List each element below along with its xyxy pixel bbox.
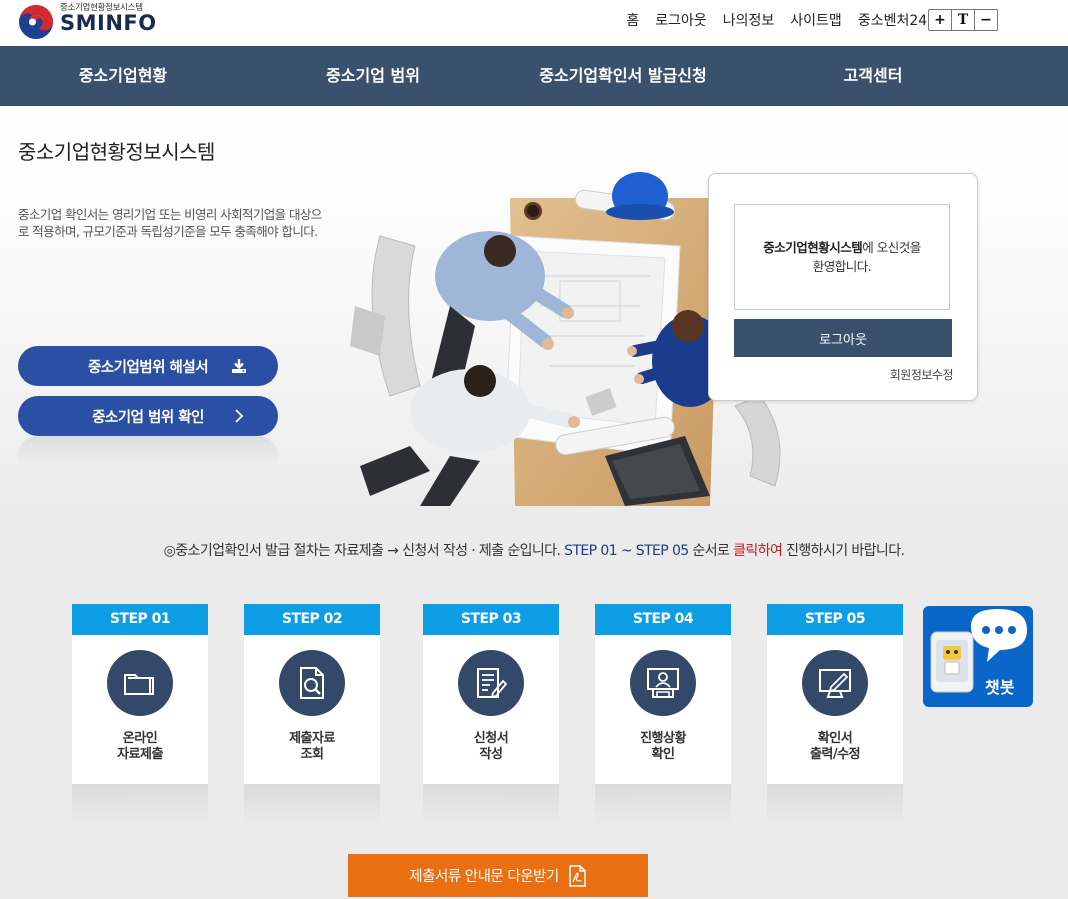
step-01-card[interactable]: STEP 01 온라인 자료제출 — [72, 604, 208, 784]
submission-guide-download-button[interactable]: 제출서류 안내문 다운받기 — [348, 854, 648, 897]
font-decrease-button[interactable]: − — [974, 9, 998, 31]
sitemap-link[interactable]: 사이트맵 — [790, 10, 842, 30]
step-02-label: 제출자료 조회 — [244, 731, 380, 763]
logout-button[interactable]: 로그아웃 — [734, 319, 952, 357]
step-01-label-line2: 자료제출 — [117, 747, 163, 762]
step-01-label-line1: 온라인 — [122, 731, 158, 746]
welcome-system-name: 중소기업현황시스템 — [763, 240, 863, 255]
notice-click: 클릭하여 — [733, 543, 783, 559]
chatbot-label: 챗봇 — [985, 678, 1015, 697]
step-02-label-line2: 조회 — [300, 747, 324, 762]
notice-text-a: ◎중소기업확인서 발급 절차는 자료제출 → 신청서 작성 · 제출 순입니다. — [163, 543, 565, 559]
step-01-head: STEP 01 — [72, 604, 208, 635]
step-04-circle — [630, 650, 696, 716]
step-05-label-line1: 확인서 — [817, 731, 853, 746]
my-info-link[interactable]: 나의정보 — [723, 10, 775, 30]
step-04-label-line1: 진행상황 — [640, 731, 686, 746]
step-03-label-line2: 작성 — [479, 747, 503, 762]
step-03-circle — [458, 650, 524, 716]
step-05-label: 확인서 출력/수정 — [767, 731, 903, 763]
monitor-user-icon — [647, 668, 679, 698]
hero-section: 중소기업현황정보시스템 중소기업 확인서는 영리기업 또는 비영리 사회적기업을… — [0, 106, 1068, 506]
font-size-controls: + T − — [928, 9, 998, 31]
font-reset-button[interactable]: T — [951, 9, 975, 31]
download-label: 제출서류 안내문 다운받기 — [409, 869, 559, 885]
font-increase-button[interactable]: + — [928, 9, 952, 31]
step-05-circle — [802, 650, 868, 716]
home-link[interactable]: 홈 — [626, 10, 639, 30]
step-02-label-line1: 제출자료 — [289, 731, 335, 746]
step-04-head: STEP 04 — [595, 604, 731, 635]
step-05-reflection — [767, 784, 903, 826]
step-02-reflection — [244, 784, 380, 826]
chatbot-button[interactable]: 챗봇 — [923, 606, 1033, 707]
sme-scope-check-button[interactable]: 중소기업 범위 확인 — [18, 396, 278, 436]
document-search-icon — [300, 667, 324, 699]
download-icon — [232, 359, 246, 373]
logo-title: SMINFO — [60, 11, 157, 35]
nav-item-sme-status[interactable]: 중소기업현황 — [79, 46, 167, 106]
step-05-label-line2: 출력/수정 — [809, 747, 861, 762]
step-04-label: 진행상황 확인 — [595, 731, 731, 763]
welcome-text: 에 오신것을 — [862, 240, 921, 255]
edit-member-info-link[interactable]: 회원정보수정 — [890, 366, 954, 383]
logout-link[interactable]: 로그아웃 — [655, 10, 707, 30]
chatbot-robot-icon — [930, 609, 1027, 693]
button-reflection — [18, 436, 278, 466]
step-05-head: STEP 05 — [767, 604, 903, 635]
step-04-reflection — [595, 784, 731, 826]
step-02-head: STEP 02 — [244, 604, 380, 635]
monitor-edit-icon — [819, 669, 851, 698]
nav-item-sme-scope[interactable]: 중소기업 범위 — [326, 46, 420, 106]
steps-notice: ◎중소기업확인서 발급 절차는 자료제출 → 신청서 작성 · 제출 순입니다.… — [0, 540, 1068, 560]
pdf-file-icon — [568, 864, 586, 887]
step-03-reflection — [423, 784, 559, 826]
step-03-label: 신청서 작성 — [423, 731, 559, 763]
header: 중소기업현황정보시스템 SMINFO 홈 로그아웃 나의정보 사이트맵 중소벤처… — [0, 0, 1068, 46]
page-title: 중소기업현황정보시스템 — [18, 140, 215, 164]
notice-step-range: STEP 01 ~ STEP 05 — [564, 543, 689, 559]
notice-text-b: 순서로 — [688, 543, 734, 559]
step-02-card[interactable]: STEP 02 제출자료 조회 — [244, 604, 380, 784]
step-01-circle — [107, 650, 173, 716]
nav-item-customer-center[interactable]: 고객센터 — [844, 46, 903, 106]
welcome-message: 중소기업현황시스템에 오신것을 환영합니다. — [734, 204, 950, 310]
document-edit-icon — [477, 668, 508, 699]
taegeuk-logo-icon — [19, 5, 53, 39]
notice-text-c: 진행하시기 바랍니다. — [782, 543, 905, 559]
step-03-card[interactable]: STEP 03 신청서 작성 — [423, 604, 559, 784]
sminfo-logo[interactable]: 중소기업현황정보시스템 SMINFO — [18, 1, 178, 43]
step-02-circle — [279, 650, 345, 716]
nav-item-certificate-apply[interactable]: 중소기업확인서 발급신청 — [539, 46, 707, 106]
chevron-right-icon — [235, 409, 244, 423]
welcome-text-line2: 환영합니다. — [812, 259, 872, 274]
step-01-label: 온라인 자료제출 — [72, 731, 208, 763]
step-03-label-line1: 신청서 — [473, 731, 509, 746]
step-01-reflection — [72, 784, 208, 826]
sme-scope-guide-download-button[interactable]: 중소기업범위 해설서 — [18, 346, 278, 386]
folder-icon — [124, 674, 154, 695]
step-05-card[interactable]: STEP 05 확인서 출력/수정 — [767, 604, 903, 784]
login-panel: 중소기업현황시스템에 오신것을 환영합니다. 로그아웃 회원정보수정 — [708, 173, 978, 401]
step-04-label-line2: 확인 — [651, 747, 675, 762]
step-04-card[interactable]: STEP 04 진행상황 확인 — [595, 604, 731, 784]
hero-description: 중소기업 확인서는 영리기업 또는 비영리 사회적기업을 대상으로 적용하며, … — [18, 207, 322, 239]
step-03-head: STEP 03 — [423, 604, 559, 635]
main-nav: 중소기업현황 중소기업 범위 중소기업확인서 발급신청 고객센터 — [0, 46, 1068, 106]
